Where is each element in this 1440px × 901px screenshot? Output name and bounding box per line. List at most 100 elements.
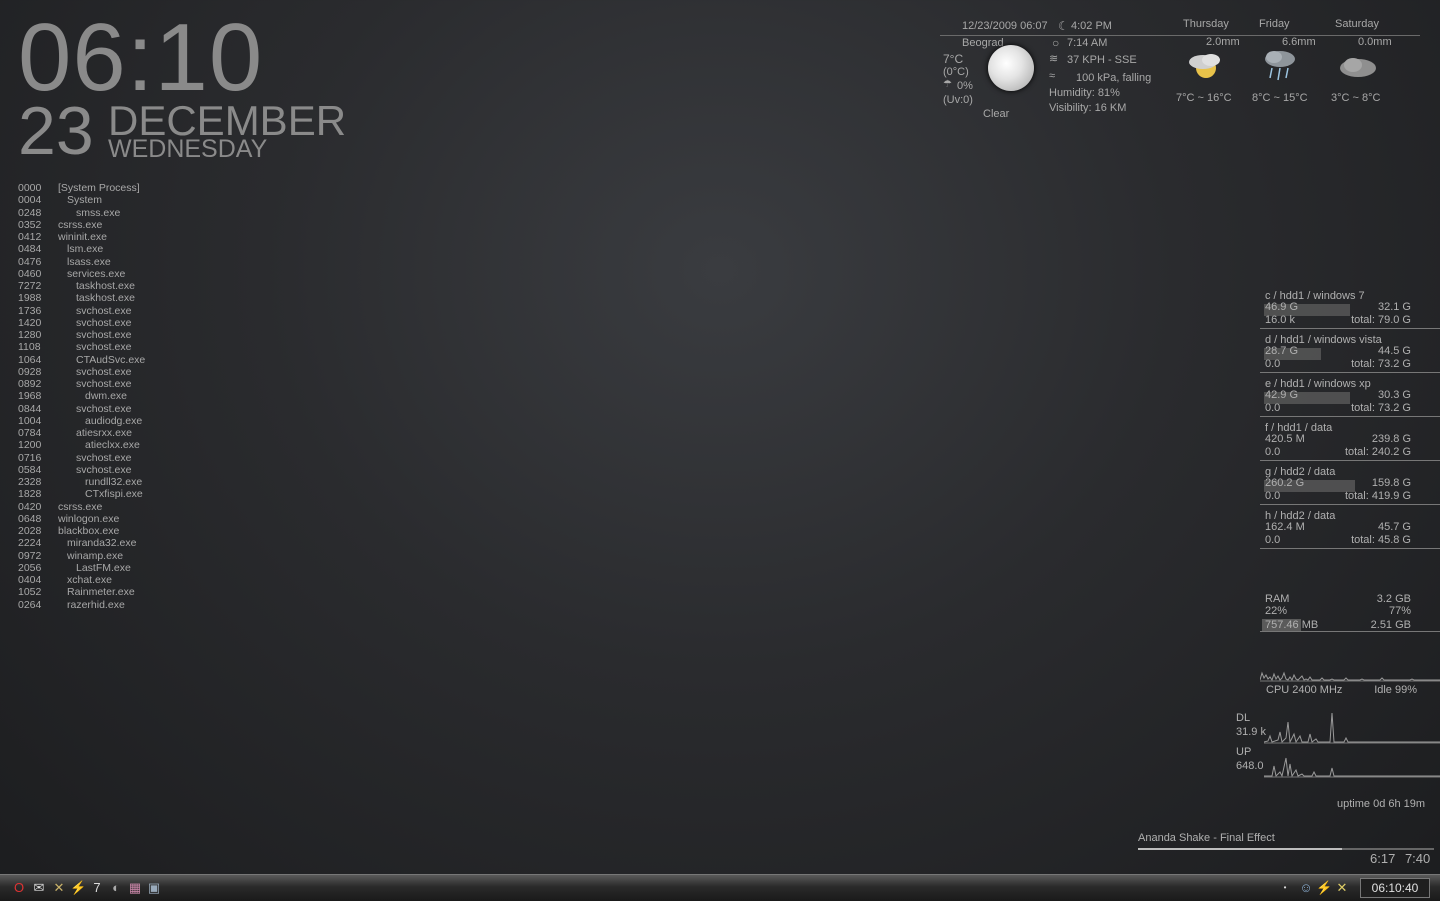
umbrella-icon: ☂ — [943, 79, 952, 90]
process-pid: 0404 — [18, 574, 42, 586]
drive-total: total: 73.2 G — [1351, 358, 1411, 370]
process-pid: 1108 — [18, 341, 41, 354]
opera-icon[interactable]: O — [11, 880, 27, 896]
music-time: 6:17 7:40 — [1370, 851, 1430, 866]
process-name: svchost.exe — [76, 463, 132, 476]
process-name: miranda32.exe — [67, 537, 137, 550]
process-name: services.exe — [67, 267, 126, 280]
weather-wind: 37 KPH - SSE — [1067, 54, 1137, 66]
process-row: 0648 winlogon.exe — [18, 513, 145, 525]
winamp-icon[interactable]: ⚡ — [70, 880, 86, 896]
weather-divider — [940, 35, 1420, 36]
process-pid: 0716 — [18, 451, 42, 464]
process-name: svchost.exe — [76, 365, 132, 378]
ram-free: 2.51 GB — [1370, 619, 1411, 631]
process-row: 0928 svchost.exe — [18, 366, 145, 378]
process-pid: 0484 — [18, 243, 42, 256]
process-row: 1968 dwm.exe — [18, 390, 145, 402]
dot-icon[interactable]: • — [1277, 880, 1293, 896]
process-name: audiodg.exe — [85, 414, 143, 427]
forecast-day-2: Friday — [1259, 18, 1290, 30]
forecast-rain-2: 6.6mm — [1282, 36, 1316, 48]
process-name: xchat.exe — [67, 574, 112, 586]
process-pid: 7272 — [18, 280, 42, 292]
tools-icon[interactable]: ✕ — [51, 880, 67, 896]
process-pid: 0352 — [18, 218, 42, 231]
weather-city: Beograd — [962, 37, 1004, 49]
tray-clock[interactable]: 06:10:40 — [1360, 878, 1430, 898]
drive-item: d / hdd1 / windows vista 28.7 G 44.5 G 0.0 t… — [1260, 334, 1440, 378]
process-pid: 1736 — [18, 304, 42, 317]
drive-total: total: 45.8 G — [1351, 534, 1411, 546]
forecast-range-1: 7°C ~ 16°C — [1176, 92, 1232, 104]
process-pid: 2328 — [18, 476, 42, 488]
taskbar: O ✉ ✕ ⚡ 7 ◐ ▦ ▣ • ☺ ⚡ ✕ 06:10:40 — [0, 874, 1440, 901]
drive-total: total: 79.0 G — [1351, 314, 1411, 326]
process-name: blackbox.exe — [58, 525, 120, 537]
process-row: 2328 rundll32.exe — [18, 476, 145, 488]
drive-divider — [1260, 372, 1440, 373]
process-pid: 2224 — [18, 537, 42, 550]
process-pid: 2028 — [18, 525, 42, 537]
process-list: 0000 [System Process] 0004 System 0248 smss.e… — [18, 182, 145, 611]
process-row: 0716 svchost.exe — [18, 452, 145, 464]
process-row: 0892 svchost.exe — [18, 378, 145, 390]
lastfm-icon[interactable]: 7 — [89, 880, 105, 896]
process-row: 0476 lsass.exe — [18, 256, 145, 268]
process-pid: 1280 — [18, 329, 42, 341]
process-name: System — [67, 194, 103, 207]
drive-free: 45.7 G — [1377, 521, 1411, 533]
process-name: svchost.exe — [76, 378, 132, 390]
process-row: 0248 smss.exe — [18, 207, 145, 219]
process-name: svchost.exe — [76, 341, 132, 354]
grid-icon[interactable]: ▦ — [127, 880, 143, 896]
process-name: LastFM.exe — [76, 561, 131, 574]
clock-weekday: WEDNESDAY — [108, 135, 268, 163]
globe-icon[interactable]: ◐ — [108, 880, 124, 896]
drive-divider — [1260, 328, 1440, 329]
forecast-range-2: 8°C ~ 15°C — [1252, 92, 1308, 104]
save-icon[interactable]: ▣ — [146, 880, 162, 896]
drive-free: 159.8 G — [1371, 477, 1411, 489]
weather-sunrise: 7:14 AM — [1067, 37, 1108, 49]
drive-divider — [1260, 504, 1440, 505]
process-pid: 0784 — [18, 427, 42, 439]
process-row: 0412 wininit.exe — [18, 231, 145, 243]
cpu-graph — [1260, 671, 1440, 682]
process-name: csrss.exe — [58, 500, 103, 513]
xchat-icon[interactable]: ✕ — [1334, 880, 1350, 896]
forecast-rain-1: 2.0mm — [1206, 36, 1240, 48]
process-pid: 1420 — [18, 316, 42, 329]
process-name: taskhost.exe — [76, 280, 135, 292]
upload-graph — [1264, 757, 1440, 778]
download-graph — [1264, 712, 1440, 744]
cpu-idle: Idle 99% — [1374, 684, 1417, 696]
weather-temp: 7°C — [943, 52, 964, 66]
drive-divider — [1260, 416, 1440, 417]
process-pid: 0928 — [18, 365, 42, 378]
process-name: winamp.exe — [67, 549, 124, 562]
drive-item: g / hdd2 / data 260.2 G 159.8 G 0.0 total: 4… — [1260, 466, 1440, 510]
process-pid: 0892 — [18, 378, 42, 390]
process-pid: 0004 — [18, 194, 42, 207]
process-row: 0000 [System Process] — [18, 182, 145, 194]
winamp-tray-icon[interactable]: ⚡ — [1316, 880, 1332, 896]
process-pid: 2056 — [18, 561, 42, 574]
process-row: 0352 csrss.exe — [18, 219, 145, 231]
weather-updated: 12/23/2009 06:07 — [962, 20, 1048, 32]
drive-free: 44.5 G — [1377, 345, 1411, 357]
weather-condition: Clear — [983, 108, 1010, 120]
process-name: razerhid.exe — [67, 598, 125, 611]
process-pid: 0264 — [18, 598, 42, 611]
drive-divider — [1260, 460, 1440, 461]
weather-widget: 12/23/2009 06:07 ☾ 4:02 PM Beograd ○ 7:1… — [940, 18, 1420, 138]
music-progress-fill — [1138, 848, 1342, 850]
messenger-icon[interactable]: ☺ — [1298, 880, 1314, 896]
cloud-icon — [1336, 52, 1380, 86]
music-elapsed: 6:17 — [1370, 851, 1396, 866]
process-row: 1004 audiodg.exe — [18, 415, 145, 427]
mail-icon[interactable]: ✉ — [31, 880, 47, 896]
weather-pressure: 100 kPa, falling — [1076, 72, 1152, 84]
net-up-label: UP — [1236, 746, 1252, 758]
net-dl-value: 31.9 k — [1236, 726, 1266, 738]
